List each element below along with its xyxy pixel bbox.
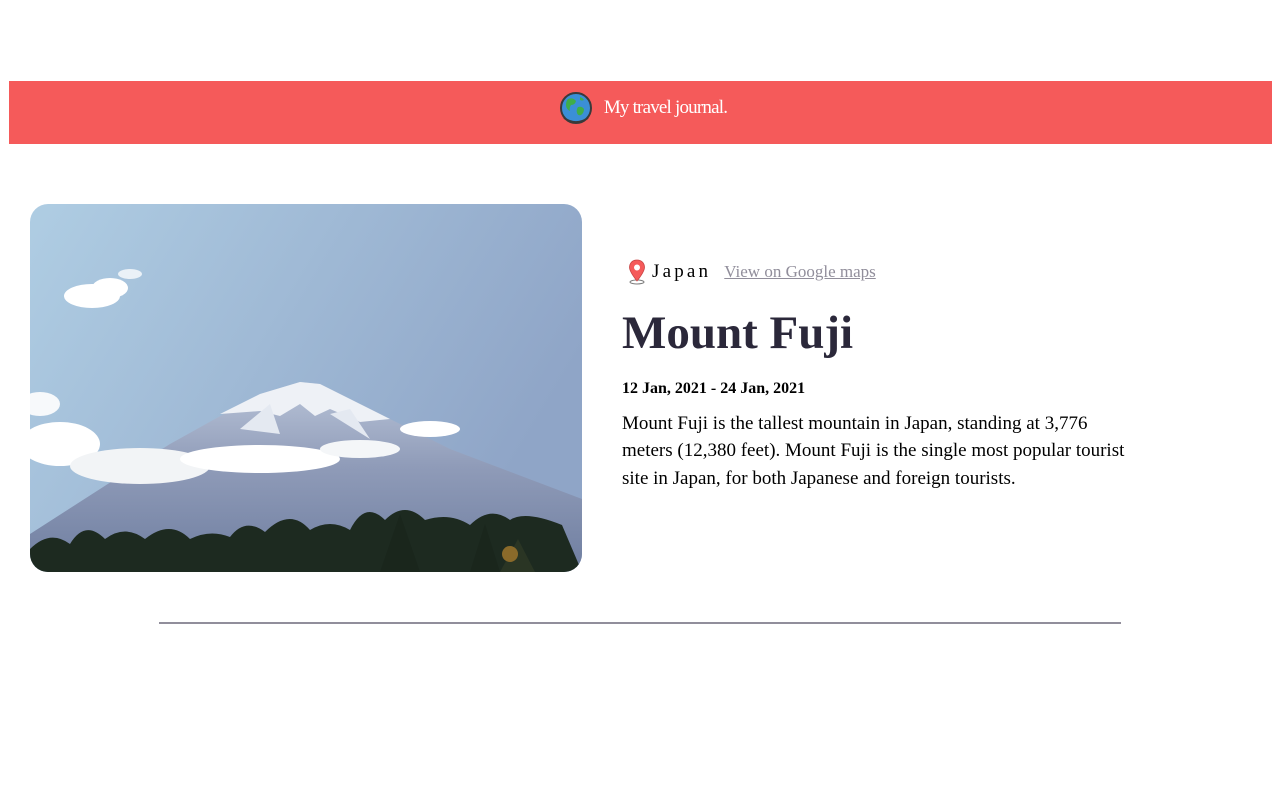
mount-fuji-photo xyxy=(30,204,582,572)
location-country: Japan xyxy=(652,261,712,282)
google-maps-link[interactable]: View on Google maps xyxy=(724,262,875,282)
app-title: My travel journal. xyxy=(603,96,728,118)
map-pin-icon xyxy=(629,259,645,285)
entry-details: Japan View on Google maps Mount Fuji 12 … xyxy=(622,258,1162,511)
location-row: Japan View on Google maps xyxy=(622,258,1162,286)
entry-title: Mount Fuji xyxy=(622,307,854,359)
entry-description: Mount Fuji is the tallest mountain in Ja… xyxy=(622,412,1125,489)
globe-icon xyxy=(559,91,592,124)
app-header: My travel journal. xyxy=(9,81,1272,144)
entry-photo xyxy=(30,204,582,572)
entry-divider xyxy=(159,622,1121,624)
entry-dates: 12 Jan, 2021 - 24 Jan, 2021 xyxy=(622,379,806,397)
header-brand: My travel journal. xyxy=(558,90,728,126)
